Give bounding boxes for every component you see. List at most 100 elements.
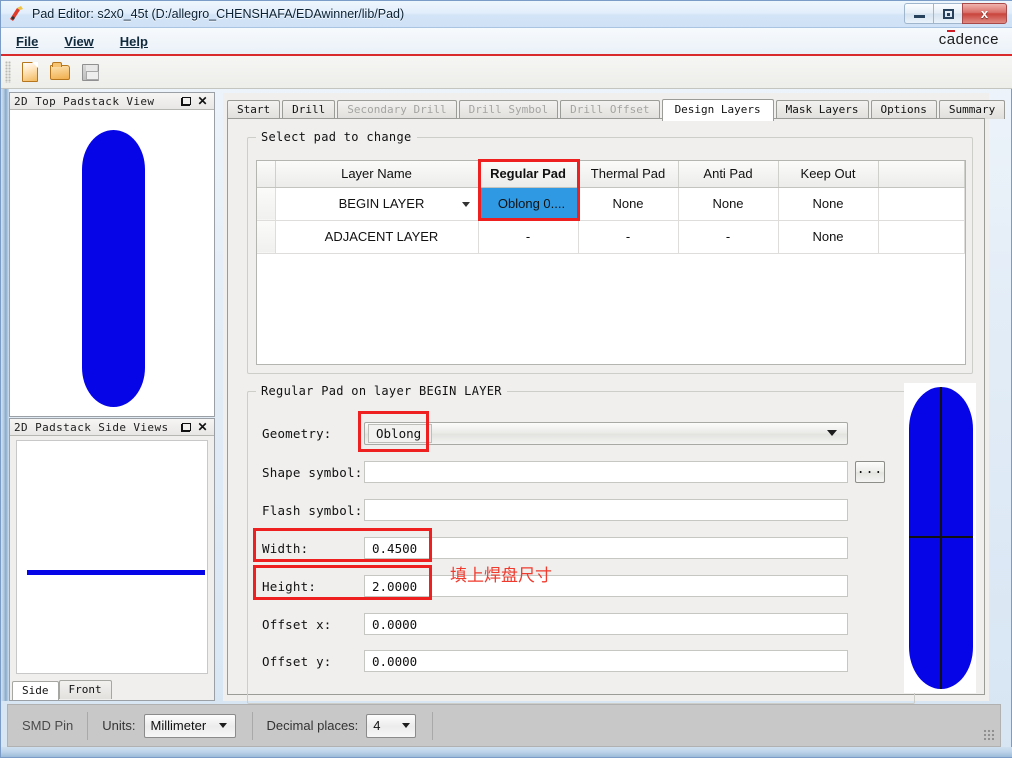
label-flash-symbol: Flash symbol: — [262, 502, 363, 518]
close-icon: x — [980, 6, 989, 21]
cell-thermal-pad[interactable]: None — [578, 187, 679, 221]
col-anti-pad[interactable]: Anti Pad — [678, 161, 779, 188]
cell-regular-pad[interactable]: Oblong 0.... — [478, 187, 579, 221]
chevron-down-icon[interactable] — [218, 723, 227, 728]
units-value: Millimeter — [150, 718, 207, 733]
col-filler — [878, 161, 965, 188]
cell-keep-out[interactable]: None — [778, 220, 879, 254]
close-icon[interactable]: ✕ — [198, 421, 208, 433]
panel-side-canvas[interactable] — [16, 440, 208, 674]
tab-drill[interactable]: Drill — [282, 100, 336, 119]
open-folder-icon — [50, 61, 70, 80]
label-width: Width: — [262, 540, 309, 556]
status-pad-type: SMD Pin — [22, 718, 74, 733]
cell-thermal-pad[interactable]: - — [578, 220, 679, 254]
chevron-down-icon[interactable] — [402, 723, 411, 728]
save-file-button[interactable] — [77, 59, 103, 85]
new-file-button[interactable] — [17, 59, 43, 85]
col-layer-name[interactable]: Layer Name — [275, 161, 479, 188]
toolbar — [1, 56, 1012, 89]
row-offset-y: Offset y: 0.0000 — [262, 649, 848, 673]
panel-side-title: 2D Padstack Side Views — [14, 420, 169, 434]
close-icon[interactable]: ✕ — [198, 95, 208, 107]
geometry-combo[interactable]: Oblong — [364, 421, 848, 445]
side-view-tabs: Side Front — [12, 679, 112, 700]
panel-side-tools: ✕ — [180, 421, 214, 433]
restore-icon[interactable] — [180, 96, 191, 106]
main-content: Start Drill Secondary Drill Drill Symbol… — [223, 93, 1006, 704]
pad-layers-table[interactable]: Layer Name Regular Pad Thermal Pad Anti … — [256, 160, 966, 365]
panel-side-titlebar: 2D Padstack Side Views ✕ — [10, 419, 214, 436]
app-icon — [8, 5, 26, 23]
close-button[interactable]: x — [962, 3, 1007, 24]
minimize-icon — [913, 15, 925, 18]
width-input[interactable]: 0.4500 — [364, 537, 848, 559]
menu-view[interactable]: View — [53, 32, 104, 51]
menu-help[interactable]: Help — [109, 32, 159, 51]
col-thermal-pad[interactable]: Thermal Pad — [578, 161, 679, 188]
cell-regular-pad[interactable]: - — [478, 220, 579, 254]
row-stub[interactable] — [257, 187, 276, 221]
geometry-value: Oblong — [368, 423, 432, 443]
regular-pad-group: Regular Pad on layer BEGIN LAYER Geometr… — [247, 384, 915, 704]
decimal-places-combo[interactable]: 4 — [366, 713, 417, 738]
col-keep-out[interactable]: Keep Out — [778, 161, 879, 188]
units-combo[interactable]: Millimeter — [143, 713, 236, 738]
shape-symbol-browse-button[interactable]: ... — [855, 461, 885, 483]
side-tab-side[interactable]: Side — [12, 681, 59, 700]
row-geometry: Geometry: Oblong — [262, 421, 848, 445]
maximize-button[interactable] — [933, 3, 962, 24]
tab-start[interactable]: Start — [227, 100, 281, 119]
cell-anti-pad[interactable]: - — [678, 220, 779, 254]
cell-layer-name[interactable]: BEGIN LAYER — [275, 187, 479, 221]
cell-anti-pad[interactable]: None — [678, 187, 779, 221]
annotation-note: 填上焊盘尺寸 — [450, 566, 552, 585]
window-controls: x — [904, 3, 1007, 24]
row-flash-symbol: Flash symbol: — [262, 498, 848, 522]
height-input[interactable]: 2.0000 — [364, 575, 848, 597]
side-tab-front[interactable]: Front — [58, 680, 112, 699]
tab-options[interactable]: Options — [870, 100, 937, 119]
toolbar-grip[interactable] — [5, 61, 11, 83]
table-row[interactable]: ADJACENT LAYER - - - None — [257, 220, 965, 254]
panel-top-title: 2D Top Padstack View — [14, 94, 155, 108]
panel-top-tools: ✕ — [180, 95, 214, 107]
minimize-button[interactable] — [904, 3, 933, 24]
cell-keep-out[interactable]: None — [778, 187, 879, 221]
offset-y-input[interactable]: 0.0000 — [364, 650, 848, 672]
menu-bar: File View Help c adence — [1, 28, 1012, 54]
cadence-logo: c adence — [939, 30, 999, 48]
shape-symbol-input[interactable] — [364, 461, 848, 483]
left-splitter[interactable] — [1, 89, 9, 701]
restore-icon[interactable] — [180, 422, 191, 432]
tab-mask-layers[interactable]: Mask Layers — [775, 100, 869, 119]
label-geometry: Geometry: — [262, 425, 332, 441]
chevron-down-icon[interactable] — [461, 201, 470, 207]
open-file-button[interactable] — [47, 59, 73, 85]
window-title: Pad Editor: s2x0_45t (D:/allegro_CHENSHA… — [32, 7, 405, 21]
offset-x-input[interactable]: 0.0000 — [364, 613, 848, 635]
pad-top-shape — [82, 130, 145, 407]
row-height: Height: 2.0000 — [262, 574, 848, 598]
design-layers-page: Select pad to change Layer Name Regular … — [227, 118, 985, 704]
wizard-tabstrip: Start Drill Secondary Drill Drill Symbol… — [227, 99, 1006, 121]
tab-drill-symbol: Drill Symbol — [458, 100, 559, 119]
pad-editor-window: Pad Editor: s2x0_45t (D:/allegro_CHENSHA… — [0, 0, 1012, 758]
col-regular-pad[interactable]: Regular Pad — [478, 161, 579, 188]
panel-top-canvas[interactable] — [10, 110, 214, 416]
tab-summary[interactable]: Summary — [938, 100, 1006, 119]
row-offset-x: Offset x: 0.0000 — [262, 612, 848, 636]
row-stub[interactable] — [257, 220, 276, 254]
menu-file[interactable]: File — [5, 32, 49, 51]
decimal-places-label: Decimal places: — [266, 718, 359, 733]
resize-grip-icon[interactable] — [983, 729, 996, 742]
title-bar: Pad Editor: s2x0_45t (D:/allegro_CHENSHA… — [1, 1, 1012, 28]
units-label: Units: — [102, 718, 136, 733]
label-offset-x: Offset x: — [262, 616, 332, 632]
cadence-logo-post: dence — [955, 31, 999, 48]
tab-design-layers[interactable]: Design Layers — [661, 99, 774, 121]
chevron-down-icon[interactable] — [827, 430, 837, 436]
flash-symbol-input[interactable] — [364, 499, 848, 521]
table-row[interactable]: BEGIN LAYER Oblong 0.... None None None — [257, 187, 965, 221]
panel-side-views: 2D Padstack Side Views ✕ Side Front — [9, 418, 215, 701]
